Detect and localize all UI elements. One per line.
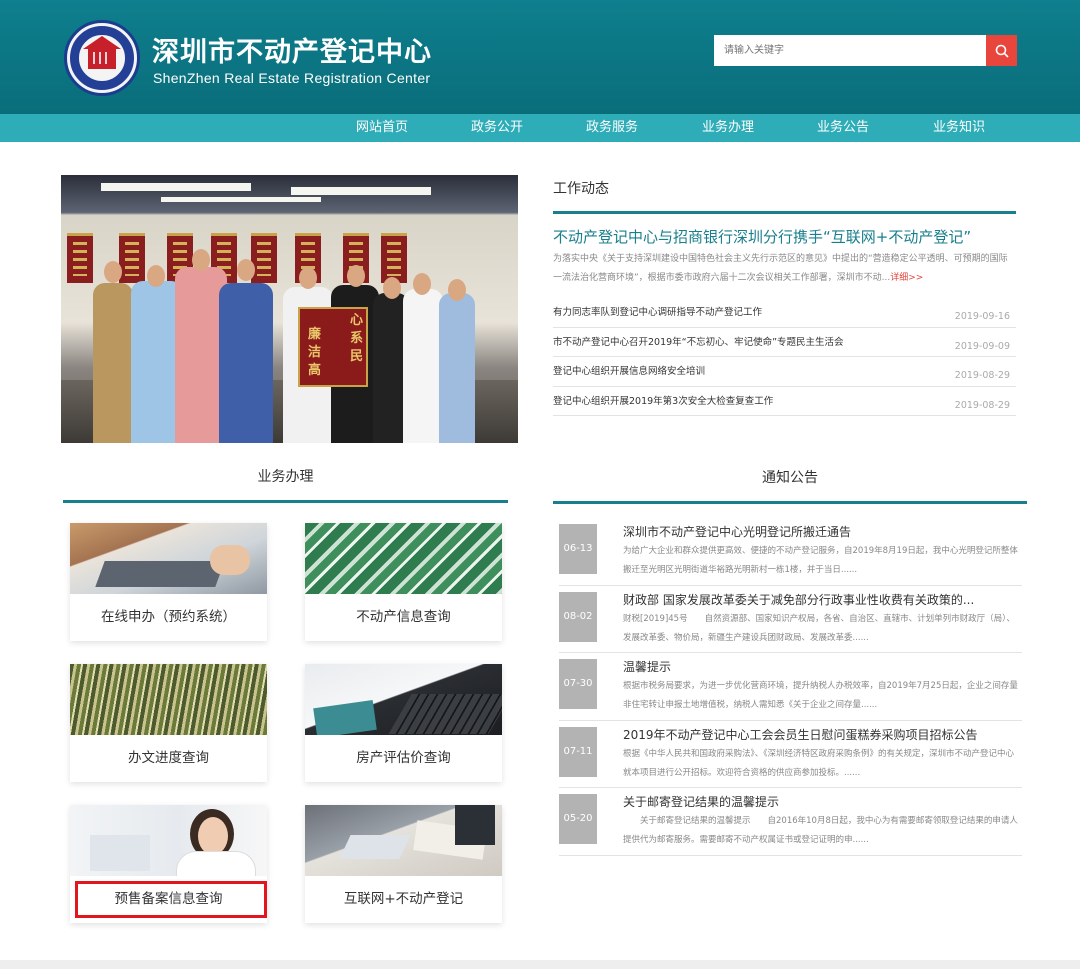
notice-list: 06-13 深圳市不动产登记中心光明登记所搬迁通告 为给广大企业和群众提供更高效…	[559, 518, 1022, 856]
file-folders-photo-icon	[70, 664, 267, 735]
tile-label: 互联网+不动产登记	[343, 891, 464, 907]
tile-label: 在线申办（预约系统）	[101, 609, 236, 625]
list-item[interactable]: 有力同志率队到登记中心调研指导不动产登记工作 2019-09-16	[553, 298, 1016, 328]
notice-title[interactable]: 关于邮寄登记结果的温馨提示	[623, 793, 779, 810]
news-divider	[553, 211, 1016, 214]
notice-date-badge: 06-13	[559, 524, 597, 574]
list-item[interactable]: 08-02 财政部 国家发展改革委关于减免部分行政事业性收费有关政策的... 财…	[559, 586, 1022, 653]
laptop-typing-photo-icon	[70, 523, 267, 594]
news-group-photo[interactable]: 心 系 民 廉 洁 高	[61, 175, 518, 443]
notice-summary: 根据《中华人民共和国政府采购法》、《深圳经济特区政府采购条例》的有关规定，深圳市…	[623, 748, 1015, 778]
notice-summary: 关于邮寄登记结果的温馨提示 自2016年10月8日起，我中心为有需要邮寄领取登记…	[623, 816, 1018, 845]
news-item-date: 2019-09-16	[954, 311, 1010, 322]
list-item[interactable]: 07-11 2019年不动产登记中心工会会员生日慰问蛋糕券采购项目招标公告 根据…	[559, 721, 1022, 788]
list-item[interactable]: 07-30 温馨提示 根据市税务局要求，为进一步优化营商环境，提升纳税人办税效率…	[559, 653, 1022, 721]
notice-title[interactable]: 2019年不动产登记中心工会会员生日慰问蛋糕券采购项目招标公告	[623, 726, 978, 743]
tile-real-estate-info-query[interactable]: 不动产信息查询	[305, 523, 502, 641]
search-button[interactable]	[986, 35, 1017, 66]
tile-property-valuation-query[interactable]: 房产评估价查询	[305, 664, 502, 782]
business-divider	[63, 500, 508, 503]
nav-gov-services[interactable]: 政务服务	[567, 114, 657, 142]
main-nav: 网站首页 政务公开 政务服务 业务办理 业务公告 业务知识	[0, 114, 1080, 142]
news-item-title[interactable]: 登记中心组织开展信息网络安全培训	[553, 363, 705, 377]
notice-date-badge: 08-02	[559, 591, 597, 642]
news-more-link[interactable]: 详细>>	[890, 273, 923, 283]
list-item[interactable]: 登记中心组织开展2019年第3次安全大检查复查工作 2019-08-29	[553, 387, 1016, 416]
news-item-title[interactable]: 登记中心组织开展2019年第3次安全大检查复查工作	[553, 393, 773, 407]
news-list: 有力同志率队到登记中心调研指导不动产登记工作 2019-09-16 市不动产登记…	[553, 298, 1016, 416]
woman-smiling-photo-icon	[70, 805, 267, 876]
seal-logo-icon[interactable]	[64, 20, 140, 96]
notice-title[interactable]: 深圳市不动产登记中心光明登记所搬迁通告	[623, 523, 851, 540]
tile-label: 房产评估价查询	[356, 750, 451, 766]
news-headline-summary: 为落实中央《关于支持深圳建设中国特色社会主义先行示范区的意见》中提出的“营造稳定…	[553, 250, 1016, 288]
list-item[interactable]: 市不动产登记中心召开2019年“不忘初心、牢记使命”专题民主生活会 2019-0…	[553, 328, 1016, 357]
nav-business-knowledge[interactable]: 业务知识	[914, 114, 1004, 142]
pennant-flag: 心 系 民 廉 洁 高	[298, 307, 368, 387]
news-summary-text: 为落实中央《关于支持深圳建设中国特色社会主义先行示范区的意见》中提出的“营造稳定…	[553, 254, 1008, 283]
list-item[interactable]: 05-20 关于邮寄登记结果的温馨提示 关于邮寄登记结果的温馨提示 自2016年…	[559, 788, 1022, 856]
laptop-keyboard-photo-icon	[305, 664, 502, 735]
news-item-date: 2019-08-29	[954, 399, 1010, 411]
site-subtitle: ShenZhen Real Estate Registration Center	[153, 70, 431, 86]
notice-divider	[553, 501, 1027, 504]
tile-label: 办文进度查询	[128, 750, 209, 766]
news-item-title[interactable]: 市不动产登记中心召开2019年“不忘初心、牢记使命”专题民主生活会	[553, 334, 844, 348]
notice-date-badge: 07-30	[559, 659, 597, 709]
highlight-box	[75, 881, 267, 918]
news-section-title: 工作动态	[553, 181, 609, 197]
nav-home[interactable]: 网站首页	[337, 114, 427, 142]
notice-section-title: 通知公告	[762, 470, 818, 486]
news-item-title[interactable]: 有力同志率队到登记中心调研指导不动产登记工作	[553, 304, 762, 318]
nav-gov-affairs-public[interactable]: 政务公开	[452, 114, 542, 142]
business-section-title: 业务办理	[257, 469, 314, 485]
news-item-date: 2019-09-09	[954, 340, 1010, 352]
notice-title[interactable]: 温馨提示	[623, 658, 671, 675]
news-item-date: 2019-08-29	[954, 370, 1010, 381]
notice-title[interactable]: 财政部 国家发展改革委关于减免部分行政事业性收费有关政策的...	[623, 591, 974, 608]
list-item[interactable]: 登记中心组织开展信息网络安全培训 2019-08-29	[553, 357, 1016, 387]
notice-date-badge: 05-20	[559, 794, 597, 844]
tile-label: 不动产信息查询	[356, 609, 451, 625]
building-facade-photo-icon	[305, 523, 502, 594]
site-header: 深圳市不动产登记中心 ShenZhen Real Estate Registra…	[0, 0, 1080, 114]
site-title[interactable]: 深圳市不动产登记中心	[152, 30, 432, 69]
list-item[interactable]: 06-13 深圳市不动产登记中心光明登记所搬迁通告 为给广大企业和群众提供更高效…	[559, 518, 1022, 586]
news-headline[interactable]: 不动产登记中心与招商银行深圳分行携手“互联网+不动产登记”	[553, 226, 971, 247]
nav-business-handling[interactable]: 业务办理	[683, 114, 773, 142]
notice-summary: 财税[2019]45号 自然资源部、国家知识产权局，各省、自治区、直辖市、计划单…	[623, 613, 1015, 643]
notice-summary: 根据市税务局要求，为进一步优化营商环境，提升纳税人办税效率，自2019年7月25…	[623, 681, 1018, 710]
tile-online-application[interactable]: 在线申办（预约系统）	[70, 523, 267, 641]
search-input[interactable]	[714, 35, 986, 66]
tile-document-progress-query[interactable]: 办文进度查询	[70, 664, 267, 782]
nav-business-notices[interactable]: 业务公告	[798, 114, 888, 142]
business-meeting-photo-icon	[305, 805, 502, 876]
notice-date-badge: 07-11	[559, 726, 597, 777]
notice-summary: 为给广大企业和群众提供更高效、便捷的不动产登记服务，自2019年8月19日起，我…	[623, 546, 1018, 575]
search-icon	[995, 44, 1009, 58]
tile-internet-plus-registration[interactable]: 互联网+不动产登记	[305, 805, 502, 923]
footer-strip	[0, 960, 1080, 969]
